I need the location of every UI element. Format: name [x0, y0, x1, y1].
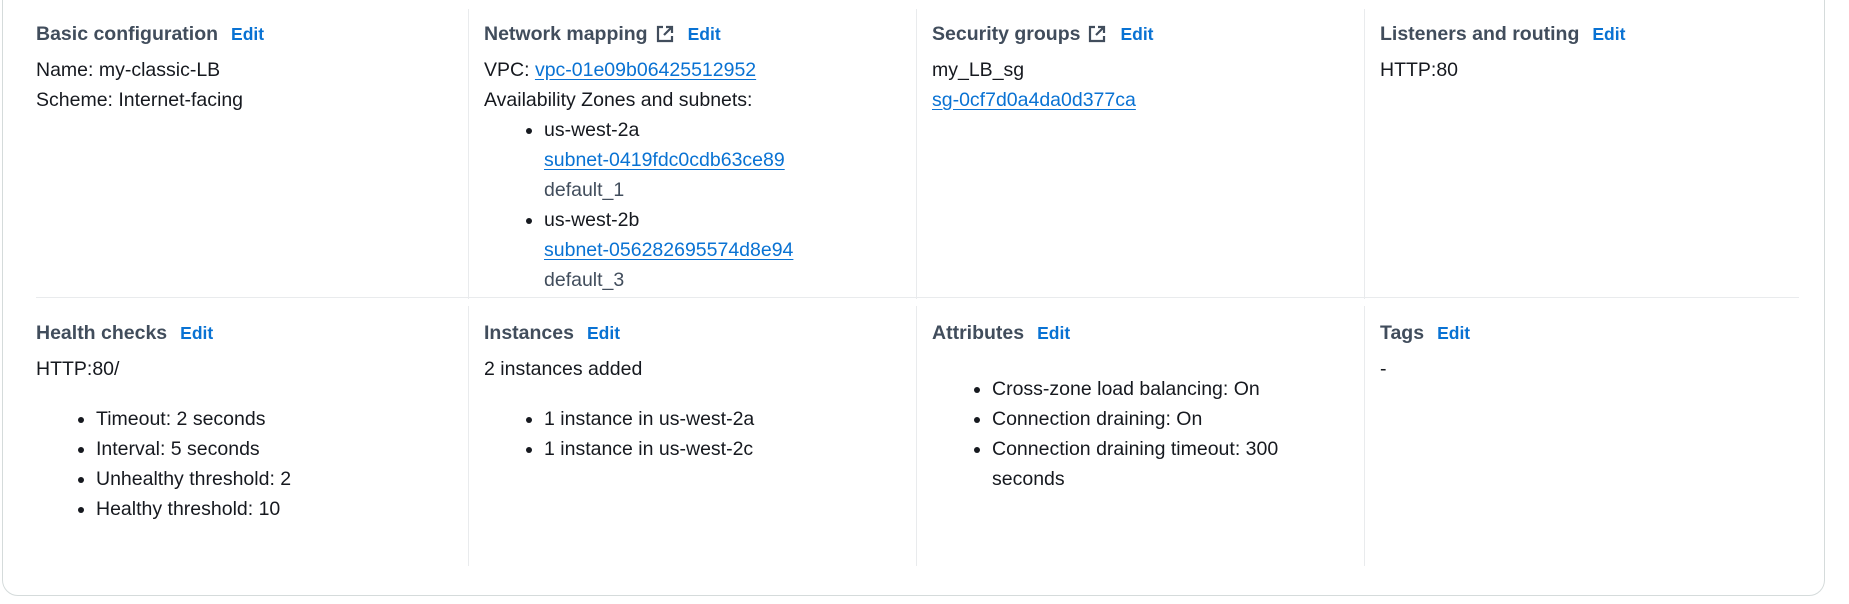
review-panel: Basic configuration Edit Name: my-classi…: [2, 0, 1825, 596]
zone-list: us-west-2a subnet-0419fdc0cdb63ce89 defa…: [484, 115, 914, 295]
security-group-id-link[interactable]: sg-0cf7d0a4da0d377ca: [932, 89, 1136, 111]
security-groups-header: Security groups Edit: [932, 20, 1362, 48]
lb-name: Name: my-classic-LB: [36, 59, 221, 81]
attributes-header: Attributes Edit: [932, 319, 1362, 347]
subnet-name: default_1: [544, 179, 625, 201]
attributes-list: Cross-zone load balancing: On Connection…: [932, 374, 1332, 494]
column-divider: [916, 306, 917, 566]
column-divider: [468, 9, 469, 299]
attribute-item: Cross-zone load balancing: On: [992, 374, 1332, 404]
column-divider: [1364, 306, 1365, 566]
basic-configuration-section: Basic configuration Edit Name: my-classi…: [36, 1, 466, 115]
row-divider: [36, 297, 1799, 298]
instances-summary: 2 instances added: [484, 358, 643, 380]
instances-edit-link[interactable]: Edit: [587, 323, 620, 344]
vpc-id-link[interactable]: vpc-01e09b06425512952: [535, 59, 756, 81]
security-groups-section: Security groups Edit my_LB_sg sg-0cf7d0a…: [932, 1, 1362, 115]
lb-scheme: Scheme: Internet-facing: [36, 89, 244, 111]
listeners-header: Listeners and routing Edit: [1380, 20, 1798, 48]
listeners-title: Listeners and routing: [1380, 22, 1580, 45]
subnet-link[interactable]: subnet-056282695574d8e94: [544, 239, 793, 261]
tags-edit-link[interactable]: Edit: [1437, 323, 1470, 344]
network-mapping-section: Network mapping Edit VPC: vpc-01e09b0642…: [484, 1, 914, 295]
review-row-2: Health checks Edit HTTP:80/ Timeout: 2 s…: [36, 300, 1799, 566]
column-divider: [468, 306, 469, 566]
instances-list: 1 instance in us-west-2a 1 instance in u…: [484, 404, 914, 464]
vpc-line: VPC: vpc-01e09b06425512952: [484, 55, 914, 85]
column-divider: [1364, 9, 1365, 299]
health-check-item: Healthy threshold: 10: [96, 494, 466, 524]
basic-configuration-title: Basic configuration: [36, 22, 219, 45]
network-mapping-title: Network mapping: [484, 22, 648, 45]
health-checks-edit-link[interactable]: Edit: [180, 323, 213, 344]
column-divider: [916, 9, 917, 299]
external-link-icon[interactable]: [1087, 24, 1107, 44]
attributes-title: Attributes: [932, 321, 1025, 344]
az-label: Availability Zones and subnets:: [484, 89, 753, 111]
security-groups-edit-link[interactable]: Edit: [1120, 24, 1153, 45]
instances-title: Instances: [484, 321, 574, 344]
attributes-edit-link[interactable]: Edit: [1037, 323, 1070, 344]
tags-section: Tags Edit -: [1380, 300, 1798, 384]
tags-value: -: [1380, 358, 1387, 380]
network-mapping-header: Network mapping Edit: [484, 20, 914, 48]
tags-title: Tags: [1380, 321, 1425, 344]
subnet-link[interactable]: subnet-0419fdc0cdb63ce89: [544, 149, 785, 171]
health-check-list: Timeout: 2 seconds Interval: 5 seconds U…: [36, 404, 466, 524]
health-check-item: Timeout: 2 seconds: [96, 404, 466, 434]
instance-item: 1 instance in us-west-2a: [544, 404, 914, 434]
basic-configuration-header: Basic configuration Edit: [36, 20, 466, 48]
review-row-1: Basic configuration Edit Name: my-classi…: [36, 1, 1799, 299]
listeners-section: Listeners and routing Edit HTTP:80: [1380, 1, 1798, 85]
attributes-section: Attributes Edit Cross-zone load balancin…: [932, 300, 1362, 494]
listener-value: HTTP:80: [1380, 59, 1459, 81]
zone-item: us-west-2b subnet-056282695574d8e94 defa…: [544, 205, 914, 295]
health-check-item: Interval: 5 seconds: [96, 434, 466, 464]
health-checks-header: Health checks Edit: [36, 319, 466, 347]
security-groups-title: Security groups: [932, 22, 1081, 45]
zone-item: us-west-2a subnet-0419fdc0cdb63ce89 defa…: [544, 115, 914, 205]
health-checks-section: Health checks Edit HTTP:80/ Timeout: 2 s…: [36, 300, 466, 524]
basic-configuration-edit-link[interactable]: Edit: [231, 24, 264, 45]
zone-name: us-west-2a: [544, 119, 640, 141]
health-check-target: HTTP:80/: [36, 358, 120, 380]
attribute-item: Connection draining timeout: 300 seconds: [992, 434, 1332, 494]
listeners-edit-link[interactable]: Edit: [1592, 24, 1625, 45]
health-checks-title: Health checks: [36, 321, 168, 344]
zone-name: us-west-2b: [544, 209, 640, 231]
attribute-item: Connection draining: On: [992, 404, 1332, 434]
instances-section: Instances Edit 2 instances added 1 insta…: [484, 300, 914, 464]
health-check-item: Unhealthy threshold: 2: [96, 464, 466, 494]
vpc-label: VPC:: [484, 59, 535, 81]
instances-header: Instances Edit: [484, 319, 914, 347]
network-mapping-edit-link[interactable]: Edit: [688, 24, 721, 45]
subnet-name: default_3: [544, 269, 625, 291]
security-group-name: my_LB_sg: [932, 59, 1025, 81]
instance-item: 1 instance in us-west-2c: [544, 434, 914, 464]
external-link-icon[interactable]: [655, 24, 675, 44]
tags-header: Tags Edit: [1380, 319, 1798, 347]
